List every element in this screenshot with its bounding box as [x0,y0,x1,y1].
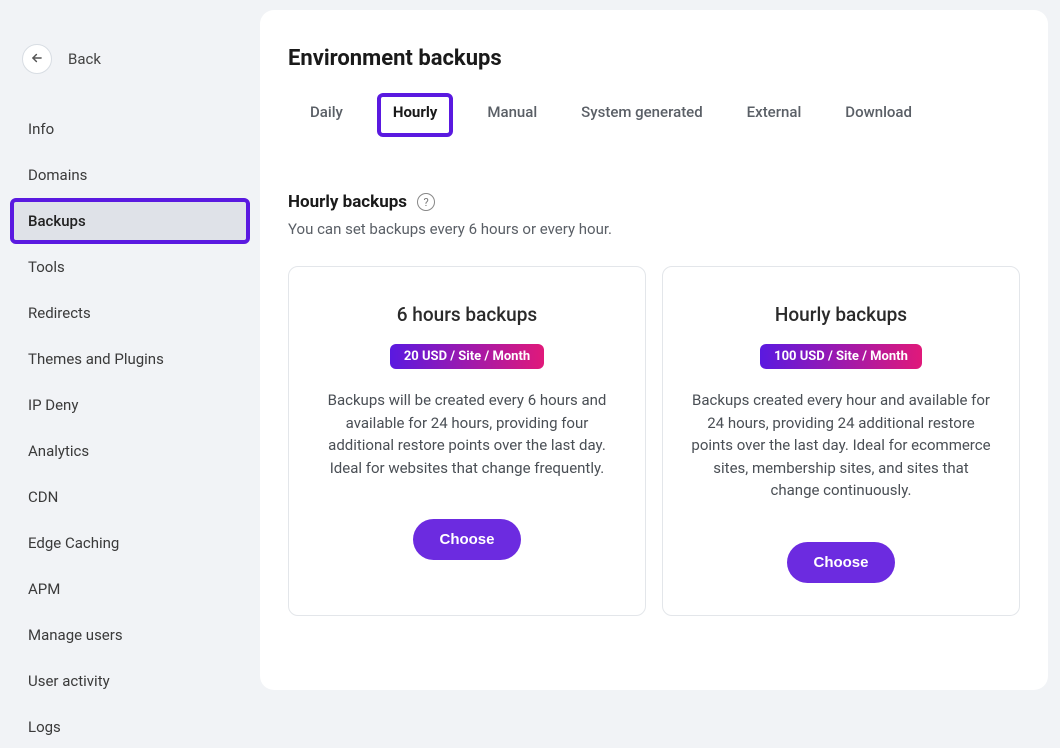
plan-title: Hourly backups [775,303,907,326]
choose-button-6hours[interactable]: Choose [413,519,520,560]
plan-description: Backups created every hour and available… [691,389,991,502]
back-button[interactable] [22,44,52,74]
plan-card-6hours: 6 hours backups 20 USD / Site / Month Ba… [288,266,646,616]
sidebar-item-analytics[interactable]: Analytics [12,430,248,472]
back-label: Back [68,50,101,68]
sidebar-item-tools[interactable]: Tools [12,246,248,288]
section-header: Hourly backups ? [288,192,1020,212]
plan-price-badge: 20 USD / Site / Month [390,344,544,369]
plan-price-badge: 100 USD / Site / Month [760,344,922,369]
sidebar-item-redirects[interactable]: Redirects [12,292,248,334]
sidebar-item-ip-deny[interactable]: IP Deny [12,384,248,426]
section-title: Hourly backups [288,192,407,212]
plan-title: 6 hours backups [397,303,537,326]
tab-manual[interactable]: Manual [479,95,545,135]
sidebar-item-info[interactable]: Info [12,108,248,150]
sidebar-item-manage-users[interactable]: Manage users [12,614,248,656]
sidebar-item-logs[interactable]: Logs [12,706,248,748]
tab-daily[interactable]: Daily [302,95,351,135]
sidebar-item-domains[interactable]: Domains [12,154,248,196]
tab-hourly[interactable]: Hourly [379,95,451,135]
backup-tabs: Daily Hourly Manual System generated Ext… [288,95,1020,136]
sidebar-nav: Info Domains Backups Tools Redirects The… [12,108,248,748]
plan-cards: 6 hours backups 20 USD / Site / Month Ba… [288,266,1020,616]
main-area: Environment backups Daily Hourly Manual … [260,0,1060,710]
help-icon[interactable]: ? [417,193,435,211]
sidebar: Back Info Domains Backups Tools Redirect… [0,0,260,710]
arrow-left-icon [30,50,44,69]
choose-button-hourly[interactable]: Choose [787,542,894,583]
tab-system-generated[interactable]: System generated [573,95,711,135]
section-subtitle: You can set backups every 6 hours or eve… [288,220,1020,238]
sidebar-item-apm[interactable]: APM [12,568,248,610]
sidebar-item-themes-plugins[interactable]: Themes and Plugins [12,338,248,380]
plan-description: Backups will be created every 6 hours an… [317,389,617,479]
back-row[interactable]: Back [12,44,248,74]
tab-external[interactable]: External [739,95,810,135]
page-title: Environment backups [288,46,1020,71]
sidebar-item-user-activity[interactable]: User activity [12,660,248,702]
content-panel: Environment backups Daily Hourly Manual … [260,10,1048,690]
sidebar-item-cdn[interactable]: CDN [12,476,248,518]
plan-card-hourly: Hourly backups 100 USD / Site / Month Ba… [662,266,1020,616]
tab-download[interactable]: Download [837,95,920,135]
sidebar-item-backups[interactable]: Backups [12,200,248,242]
sidebar-item-edge-caching[interactable]: Edge Caching [12,522,248,564]
